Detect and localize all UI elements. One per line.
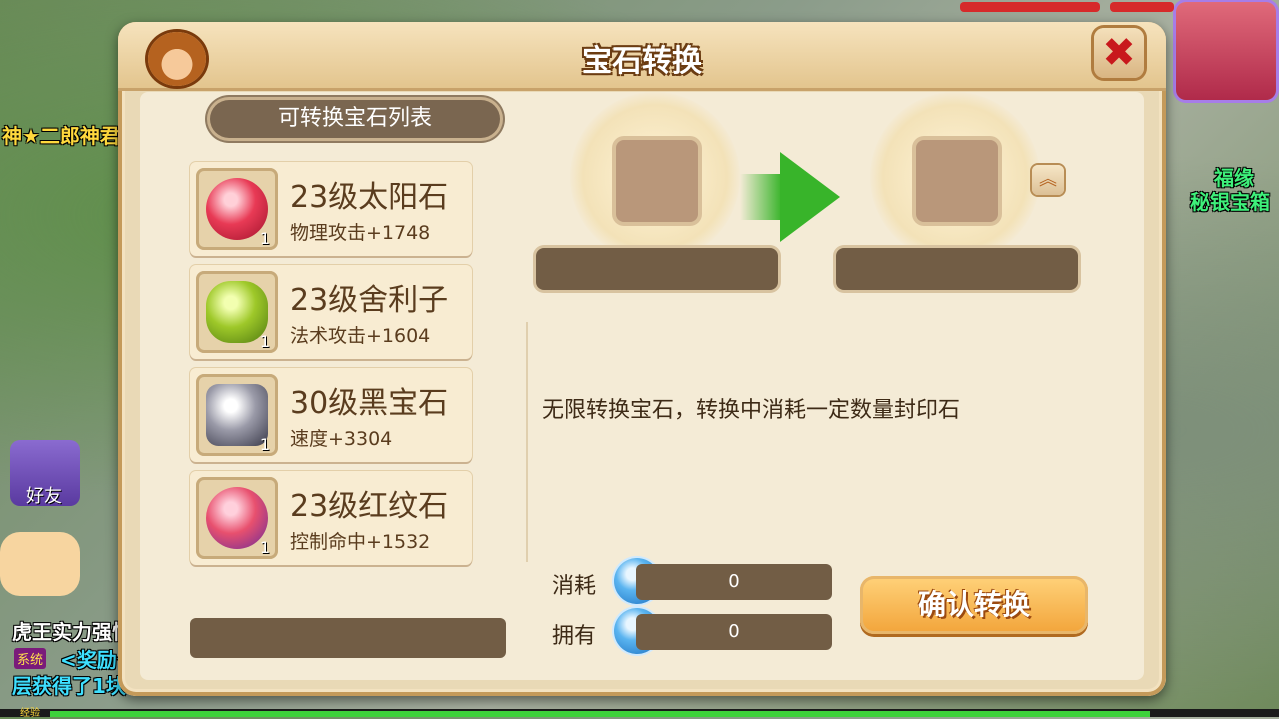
sun-stone-icon: [206, 178, 268, 240]
avatar[interactable]: [1176, 2, 1276, 100]
gem-slot: 1: [196, 271, 278, 353]
convert-description: 无限转换宝石，转换中消耗一定数量封印石: [542, 398, 961, 423]
gem-item[interactable]: 1 23级红纹石 控制命中+1532: [190, 471, 472, 565]
red-pattern-stone-icon: [206, 487, 268, 549]
close-icon: ✖: [1102, 30, 1136, 76]
gem-name: 30级黑宝石: [290, 386, 449, 421]
exp-fill: [50, 711, 1150, 717]
gem-attr: 速度+3304: [290, 428, 393, 450]
cost-value: 0: [636, 564, 832, 600]
npc-title: 秘银宝箱: [1190, 190, 1270, 214]
gem-item[interactable]: 1 30级黑宝石 速度+3304: [190, 368, 472, 462]
black-gem-icon: [206, 384, 268, 446]
gem-convert-dialog: 宝石转换 ✖ 可转换宝石列表 1 23级太阳石 物理攻击+1748 1 23级舍…: [118, 22, 1166, 696]
gem-item[interactable]: 1 23级舍利子 法术攻击+1604: [190, 265, 472, 359]
gem-name: 23级舍利子: [290, 283, 449, 318]
gem-name: 23级太阳石: [290, 180, 449, 215]
cost-label: 消耗: [552, 574, 597, 599]
page-title: 宝石转换: [582, 44, 702, 79]
gem-attr: 法术攻击+1604: [290, 325, 431, 347]
own-value: 0: [636, 614, 832, 650]
gem-slot: 1: [196, 168, 278, 250]
system-tag: 系统: [14, 648, 47, 669]
title-bar: 宝石转换 ✖: [118, 22, 1166, 91]
confirm-convert-button[interactable]: 确认转换: [860, 576, 1088, 634]
friend-label: 好友: [26, 486, 62, 507]
gem-item[interactable]: 1 23级太阳石 物理攻击+1748: [190, 162, 472, 256]
gem-list: 1 23级太阳石 物理攻击+1748 1 23级舍利子 法术攻击+1604 1 …: [190, 162, 490, 574]
gem-attr: 物理攻击+1748: [290, 222, 431, 244]
friend-button[interactable]: 好友: [10, 440, 80, 507]
chevron-up-icon[interactable]: ︽: [1032, 165, 1064, 195]
gem-count: 1: [259, 229, 270, 248]
sarira-icon: [206, 281, 268, 343]
source-gem-slot[interactable]: [616, 140, 698, 222]
own-label: 拥有: [552, 624, 597, 649]
left-bottom-bar: [190, 618, 506, 658]
gem-attr: 控制命中+1532: [290, 531, 431, 553]
gem-count: 1: [259, 435, 270, 454]
gem-list-header: 可转换宝石列表: [210, 100, 500, 138]
close-button[interactable]: ✖: [1094, 28, 1144, 78]
gem-count: 1: [259, 538, 270, 557]
arrow-tail: [740, 174, 782, 220]
hp-bar: [960, 2, 1100, 12]
target-gem-slot[interactable]: [916, 140, 998, 222]
chat-bubble-icon[interactable]: [0, 532, 80, 596]
source-name-bar: [536, 248, 778, 290]
chat-line: 虎王实力强悍: [12, 620, 132, 644]
gem-name: 23级红纹石: [290, 489, 449, 524]
gem-count: 1: [259, 332, 270, 351]
dialog-body: 可转换宝石列表 1 23级太阳石 物理攻击+1748 1 23级舍利子 法术攻击…: [140, 92, 1144, 680]
player-name: 神★二郎神君: [2, 124, 120, 148]
arrow-right-icon: [780, 152, 840, 242]
divider: [526, 322, 528, 562]
target-name-bar: [836, 248, 1078, 290]
chat-line: 层获得了1块: [12, 674, 126, 698]
gem-slot: 1: [196, 477, 278, 559]
hp-bar: [1110, 2, 1174, 12]
gem-slot: 1: [196, 374, 278, 456]
